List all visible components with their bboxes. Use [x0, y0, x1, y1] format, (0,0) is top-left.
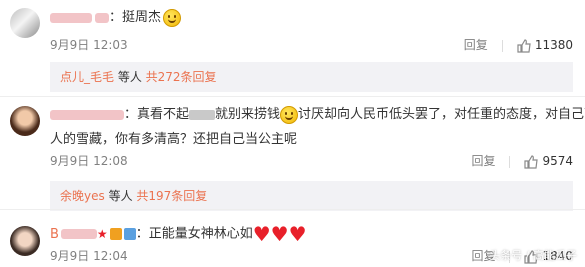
- crown-badge-icon: [109, 228, 122, 240]
- reply-button[interactable]: 回复: [464, 38, 488, 52]
- avatar[interactable]: [10, 8, 40, 38]
- replies-summary[interactable]: 点儿_毛毛 等人 共272条回复: [50, 62, 573, 92]
- like-button[interactable]: 11380: [517, 38, 573, 53]
- thumbs-up-icon: [517, 38, 531, 53]
- avatar[interactable]: [10, 226, 40, 256]
- comment-timestamp: 9月9日 12:03: [50, 38, 128, 52]
- smile-emoji-icon: [280, 105, 299, 124]
- comment-text: ：挺周杰: [50, 8, 573, 28]
- like-count: 9574: [542, 154, 573, 168]
- reply-user-link[interactable]: 余晚yes: [60, 189, 105, 203]
- reply-count-link[interactable]: 共272条回复: [146, 70, 217, 84]
- like-count: 11380: [534, 38, 573, 52]
- thumbs-up-icon: [524, 154, 539, 169]
- comment-text: ：真看不起 就别来捞钱 讨厌却向人民币低头罢了，对任重的态度，对自己艺: [50, 105, 585, 125]
- comment-timestamp: 9月9日 12:04: [50, 249, 128, 263]
- username[interactable]: [50, 107, 124, 122]
- comment-actions: 回复 9574: [471, 152, 573, 170]
- comment-item: ：真看不起 就别来捞钱 讨厌却向人民币低头罢了，对任重的态度，对自己艺 人的雪藏，你…: [0, 97, 585, 211]
- comment-actions: 回复 11380: [464, 36, 573, 54]
- comment-item: ：挺周杰 9月9日 12:03 回复 11380 点儿_毛毛 等人 共272条回复: [0, 0, 585, 96]
- comment-text-line2: 人的雪藏，你有多清高？还把自己当公主呢: [50, 132, 298, 147]
- heart-emoji-icon: ♥: [252, 222, 271, 246]
- divider: [501, 39, 503, 52]
- divider: [509, 155, 511, 168]
- star-badge-icon: ★: [96, 227, 108, 241]
- reply-user-link[interactable]: 点儿_毛毛: [60, 70, 114, 84]
- heart-emoji-icon: ♥: [270, 222, 289, 246]
- reply-count-link[interactable]: 共197条回复: [136, 189, 207, 203]
- reply-button[interactable]: 回复: [471, 154, 495, 168]
- username[interactable]: [50, 10, 109, 25]
- avatar[interactable]: [10, 106, 40, 136]
- watermark: 头条号 / 高能瓜子: [489, 249, 577, 262]
- comment-text: B ★ ：正能量女神林心如♥♥♥: [50, 222, 307, 246]
- comment-timestamp: 9月9日 12:08: [50, 154, 128, 168]
- heart-emoji-icon: ♥: [288, 222, 307, 246]
- replies-summary[interactable]: 余晚yes 等人 共197条回复: [50, 181, 573, 211]
- like-button[interactable]: 9574: [524, 154, 573, 169]
- smile-emoji-icon: [163, 8, 182, 27]
- username[interactable]: B: [50, 227, 97, 242]
- trophy-badge-icon: [123, 228, 136, 240]
